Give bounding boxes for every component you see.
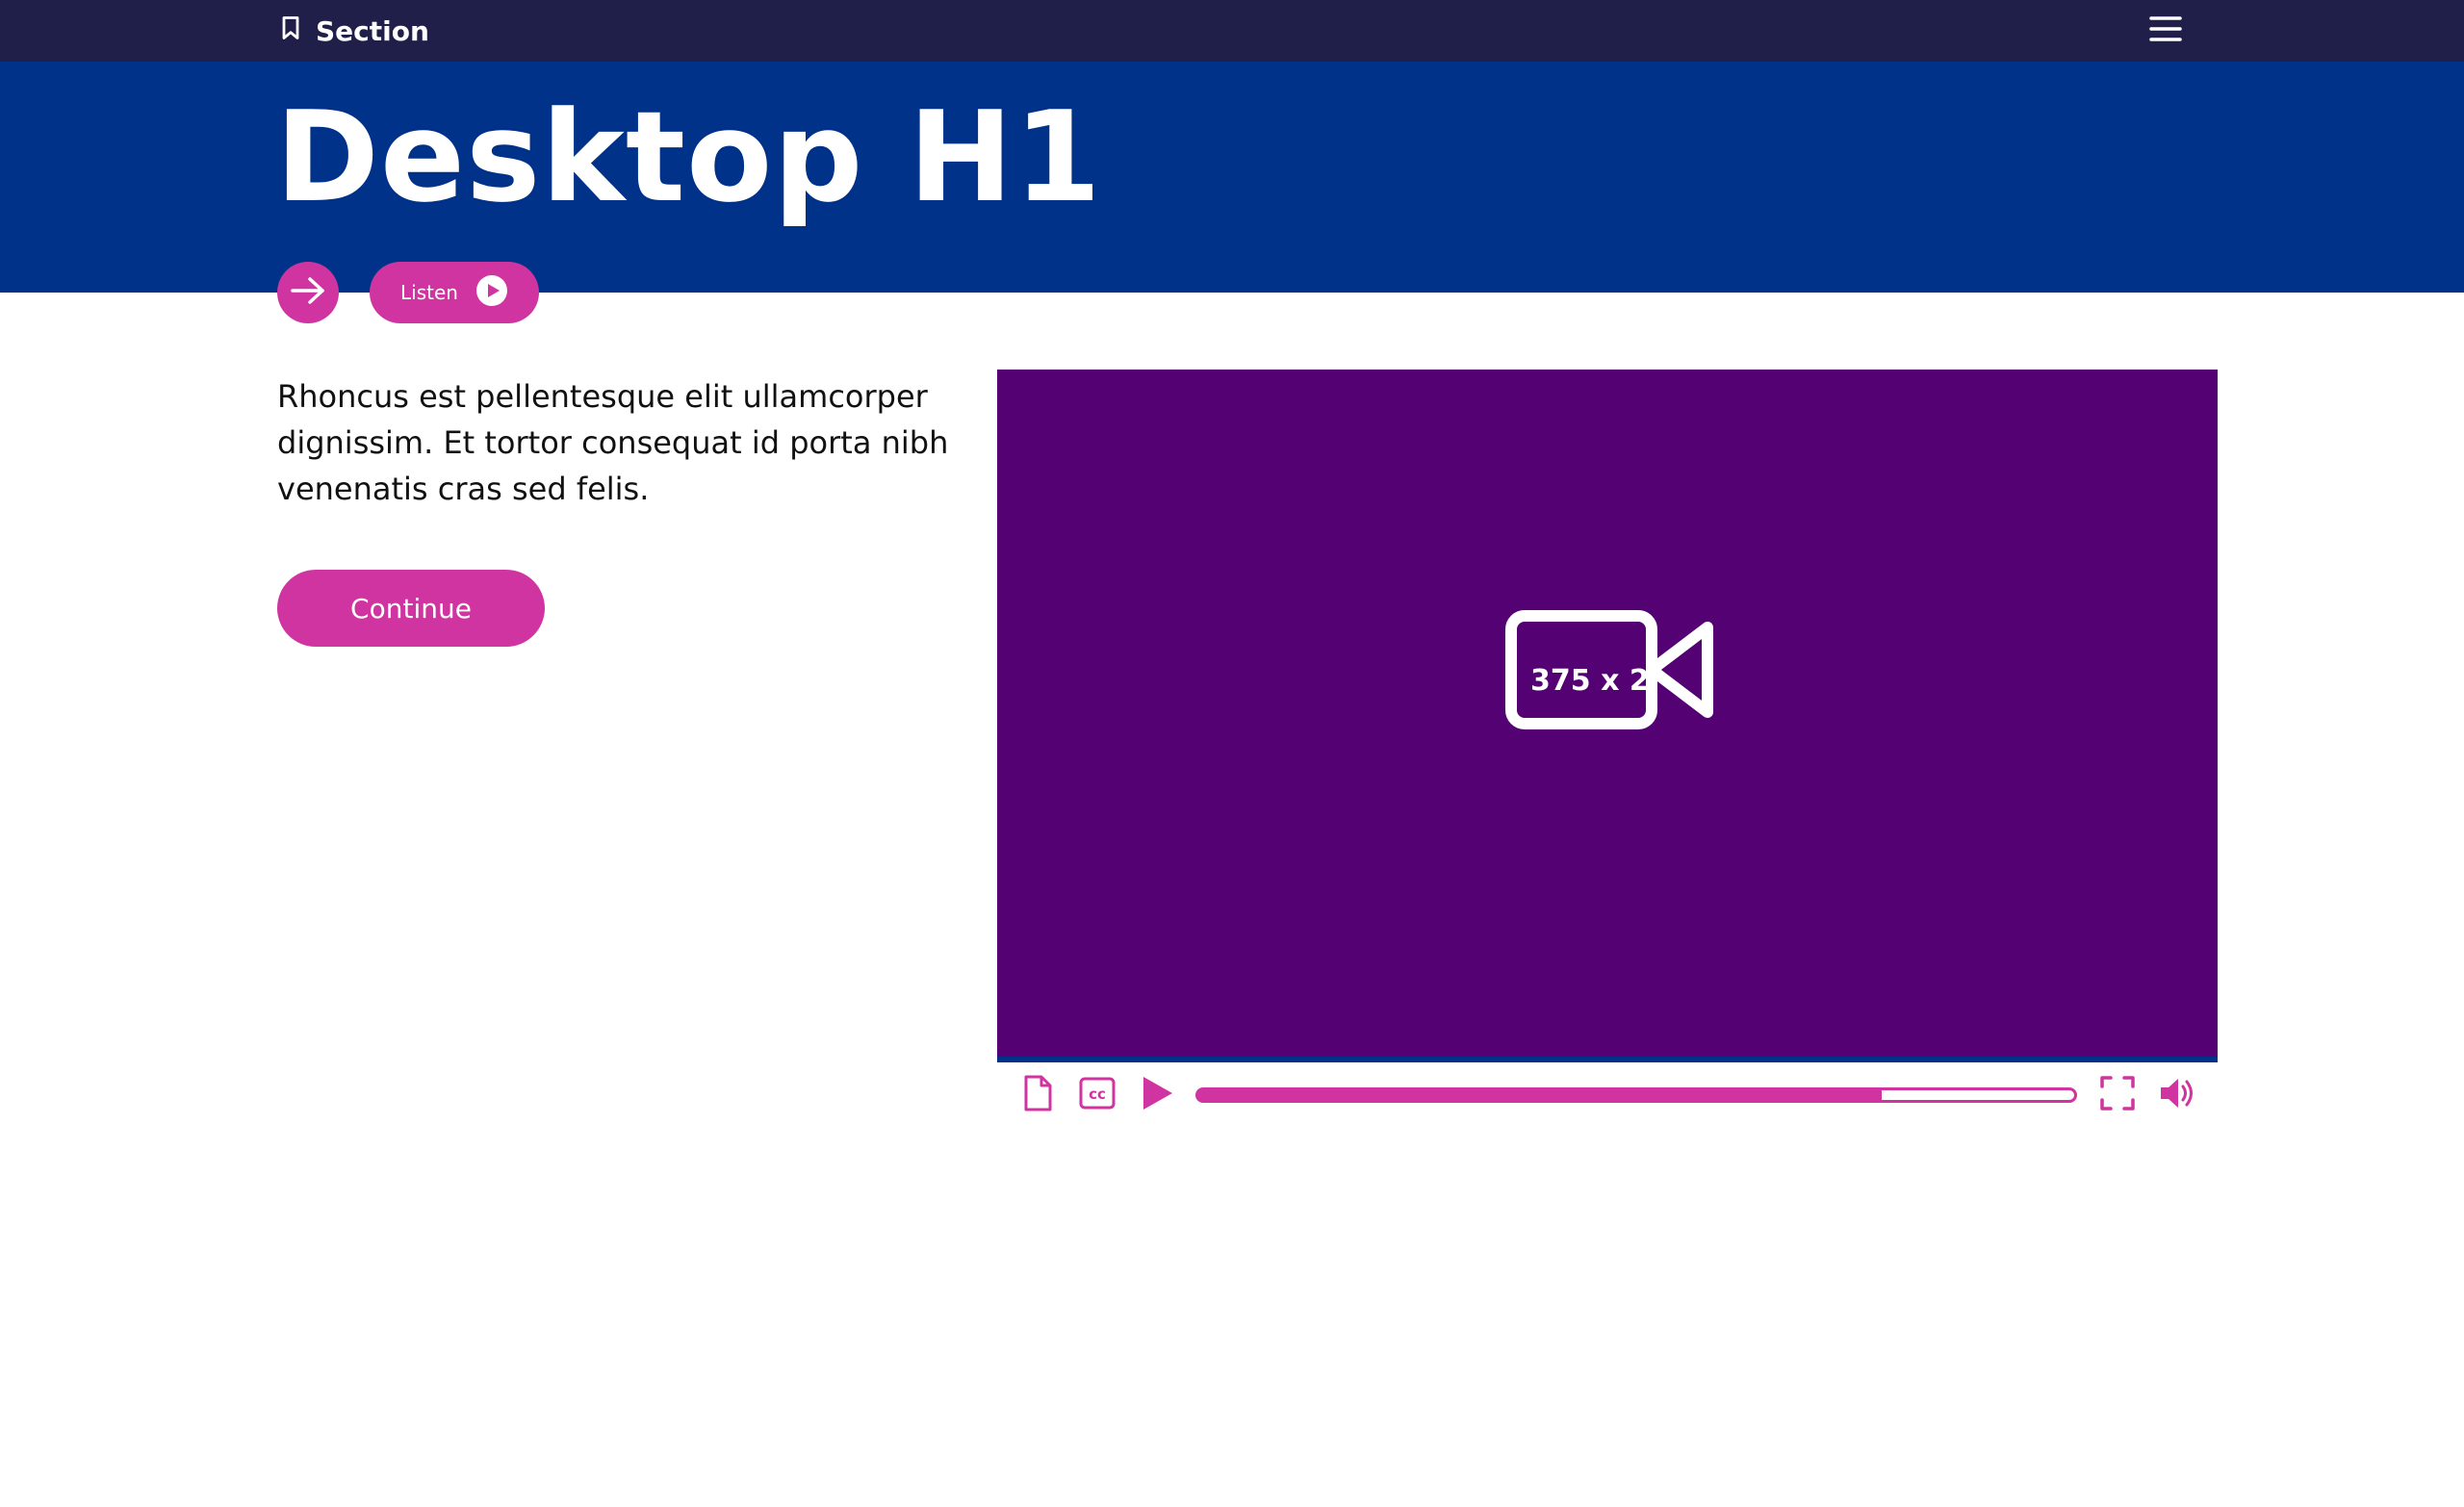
play-icon — [1138, 1074, 1176, 1116]
video-player[interactable]: 375 x 2 — [997, 370, 2218, 1062]
document-icon — [1018, 1074, 1057, 1116]
volume-icon — [2158, 1074, 2196, 1116]
top-bar: Section — [0, 0, 2464, 62]
continue-button[interactable]: Continue — [277, 570, 545, 647]
next-arrow-button[interactable] — [277, 262, 339, 323]
fullscreen-button[interactable] — [2096, 1074, 2139, 1116]
page-title: Desktop H1 — [275, 84, 1102, 230]
hamburger-menu-icon — [2149, 14, 2182, 47]
video-controls: cc — [997, 1066, 2218, 1124]
hero-banner: Desktop H1 — [0, 62, 2464, 293]
closed-captions-icon: cc — [1078, 1074, 1116, 1116]
svg-text:cc: cc — [1089, 1086, 1106, 1103]
menu-button[interactable] — [2146, 12, 2185, 50]
listen-label: Listen — [400, 281, 458, 304]
video-camera-icon: 375 x 2 — [1505, 610, 1717, 735]
fullscreen-icon — [2098, 1074, 2137, 1116]
transcript-button[interactable] — [1016, 1074, 1059, 1116]
video-size-label: 375 x 2 — [1530, 664, 1650, 698]
play-circle-icon — [475, 274, 508, 312]
section-label: Section — [316, 14, 429, 47]
captions-button[interactable]: cc — [1076, 1074, 1118, 1116]
progress-bar[interactable] — [1195, 1087, 2077, 1103]
body-text: Rhoncus est pellentesque elit ullamcorpe… — [277, 378, 949, 507]
arrow-right-icon — [290, 275, 326, 310]
listen-button[interactable]: Listen — [370, 262, 539, 323]
progress-fill — [1198, 1090, 1882, 1100]
bookmark-icon — [277, 14, 304, 48]
play-button[interactable] — [1136, 1074, 1178, 1116]
volume-button[interactable] — [2156, 1074, 2198, 1116]
section-link[interactable]: Section — [277, 0, 429, 62]
